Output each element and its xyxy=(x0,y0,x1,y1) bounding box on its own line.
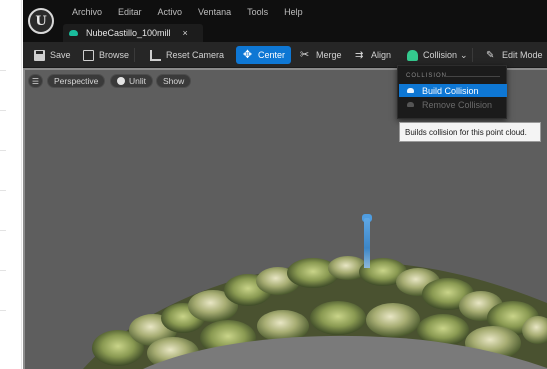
menu-section-divider xyxy=(444,76,500,77)
save-icon xyxy=(34,49,45,61)
panel-divider xyxy=(0,150,6,151)
unlit-button[interactable]: Unlit xyxy=(110,74,154,88)
build-collision-label: Build Collision xyxy=(422,85,479,96)
show-button[interactable]: Show xyxy=(156,74,192,88)
reset-camera-icon xyxy=(150,49,161,61)
merge-icon: ✂ xyxy=(300,48,310,61)
build-collision-menu-item[interactable]: Build Collision xyxy=(399,84,507,97)
hamburger-icon: ☰ xyxy=(31,76,40,86)
menu-help[interactable]: Help xyxy=(276,6,311,18)
point-cloud-icon xyxy=(69,30,78,36)
unreal-logo-icon[interactable]: U xyxy=(28,8,54,34)
tooltip: Builds collision for this point cloud. xyxy=(399,122,541,142)
panel-divider xyxy=(0,310,6,311)
folder-icon xyxy=(83,49,94,61)
show-label: Show xyxy=(163,76,185,86)
asset-tab-label: NubeCastillo_100mill xyxy=(86,28,171,38)
align-button[interactable]: ⇉ Align xyxy=(352,46,394,64)
align-icon: ⇉ xyxy=(355,49,364,61)
editor-window: U Archivo Editar Activo Ventana Tools He… xyxy=(23,0,547,369)
toolbar-separator xyxy=(134,48,135,62)
build-collision-icon xyxy=(407,88,414,93)
perspective-label: Perspective xyxy=(54,76,99,86)
panel-divider xyxy=(0,70,6,71)
edit-mode-button[interactable]: ✎ Edit Mode xyxy=(483,46,546,64)
title-bar: U Archivo Editar Activo Ventana Tools He… xyxy=(23,0,547,42)
sphere-icon xyxy=(117,77,125,85)
save-label: Save xyxy=(50,50,71,60)
menu-section-heading: COLLISION xyxy=(406,73,448,79)
collision-label: Collision xyxy=(423,50,458,60)
collision-dropdown-menu: COLLISION Build Collision Remove Collisi… xyxy=(397,65,507,119)
menu-activo[interactable]: Activo xyxy=(150,6,191,18)
unlit-label: Unlit xyxy=(129,76,147,86)
move-arrows-icon: ✥ xyxy=(242,48,253,61)
toolbar-separator xyxy=(472,48,473,62)
menu-bar: Archivo Editar Activo Ventana Tools Help xyxy=(64,6,311,18)
remove-collision-menu-item[interactable]: Remove Collision xyxy=(399,98,507,111)
viewport-menu-button[interactable]: ☰ xyxy=(28,74,43,88)
edit-mode-label: Edit Mode xyxy=(502,50,543,60)
remove-collision-icon xyxy=(407,102,414,107)
reset-camera-label: Reset Camera xyxy=(166,50,225,60)
browse-button[interactable]: Browse xyxy=(80,46,132,64)
align-label: Align xyxy=(371,50,392,60)
menu-tools[interactable]: Tools xyxy=(239,6,276,18)
browse-label: Browse xyxy=(99,50,130,60)
panel-divider xyxy=(0,190,6,191)
close-icon[interactable]: × xyxy=(183,28,188,38)
panel-divider xyxy=(0,110,6,111)
remove-collision-label: Remove Collision xyxy=(422,99,493,110)
menu-editar[interactable]: Editar xyxy=(110,6,150,18)
save-button[interactable]: Save xyxy=(31,46,74,64)
panel-divider xyxy=(0,230,6,231)
chevron-down-icon: ⌄ xyxy=(460,49,468,60)
merge-label: Merge xyxy=(316,50,342,60)
collision-icon xyxy=(407,49,418,61)
brush-icon: ✎ xyxy=(486,49,495,61)
panel-divider xyxy=(0,270,6,271)
tower-point-cluster xyxy=(364,218,370,268)
left-side-panel-edge xyxy=(0,0,22,369)
merge-button[interactable]: ✂ Merge xyxy=(297,46,345,64)
perspective-button[interactable]: Perspective xyxy=(47,74,106,88)
reset-camera-button[interactable]: Reset Camera xyxy=(147,46,227,64)
center-button[interactable]: ✥ Center xyxy=(236,46,292,64)
menu-archivo[interactable]: Archivo xyxy=(64,6,110,18)
center-label: Center xyxy=(258,50,286,60)
collision-menu-button[interactable]: Collision ⌄ xyxy=(404,46,471,64)
asset-tab[interactable]: NubeCastillo_100mill × xyxy=(63,24,203,42)
tooltip-text: Builds collision for this point cloud. xyxy=(405,127,527,137)
menu-ventana[interactable]: Ventana xyxy=(190,6,239,18)
